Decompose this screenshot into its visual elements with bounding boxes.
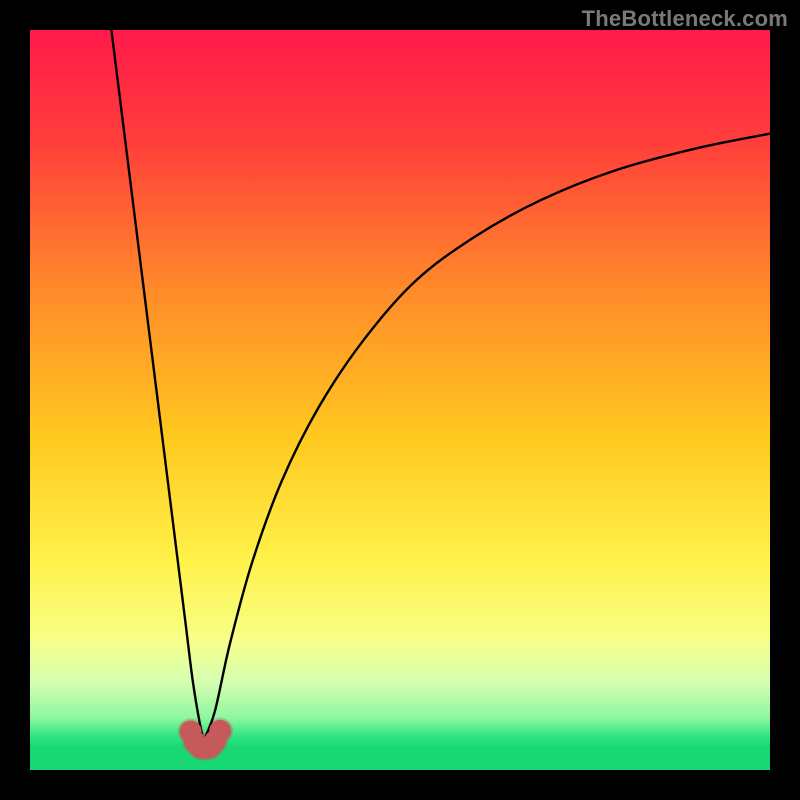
watermark-text: TheBottleneck.com: [582, 6, 788, 32]
chart-frame: TheBottleneck.com: [0, 0, 800, 800]
plot-area: [30, 30, 770, 770]
chart-svg: [30, 30, 770, 770]
marker-dot: [209, 720, 231, 742]
gradient-background: [30, 30, 770, 770]
